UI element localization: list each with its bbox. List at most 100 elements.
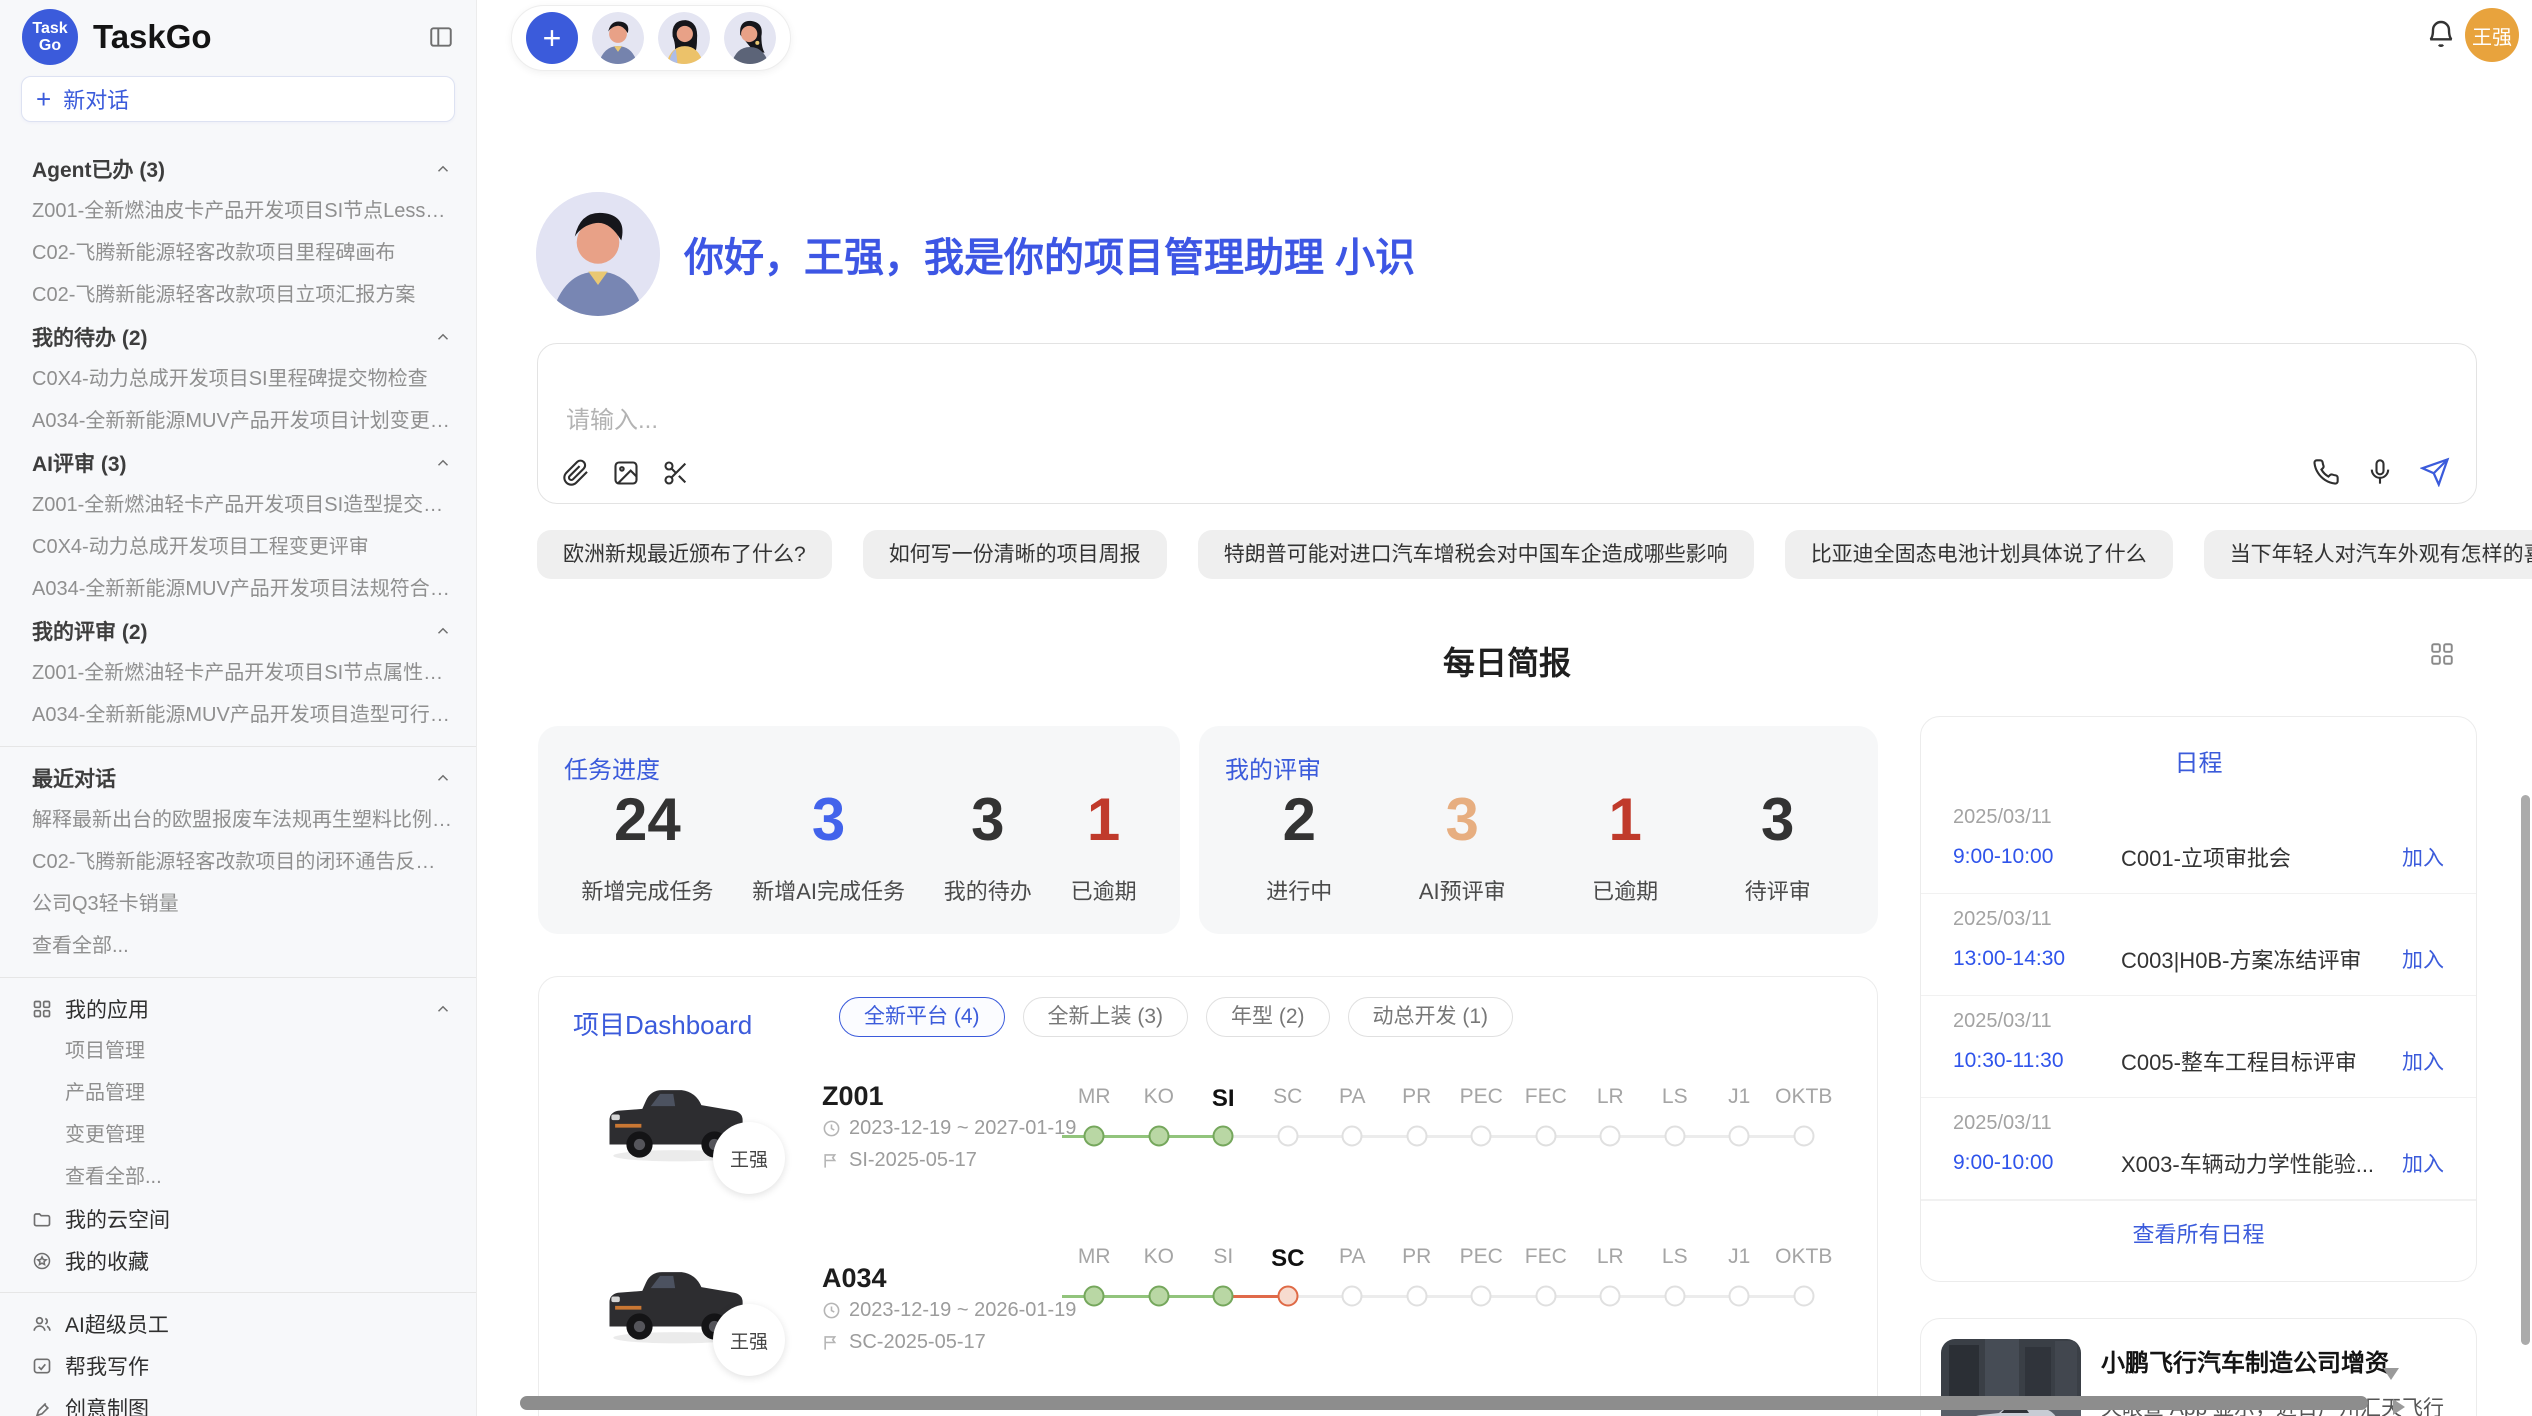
sidebar-collapse-icon[interactable]: [428, 24, 454, 50]
recent-chat-item[interactable]: 公司Q3轻卡销量: [0, 883, 476, 925]
milestone-label: KO: [1127, 1085, 1192, 1119]
project-dates: 2023-12-19 ~ 2026-01-19: [822, 1299, 1076, 1322]
project-name: A034: [822, 1263, 887, 1294]
assistant-avatar-1[interactable]: [592, 12, 644, 64]
sidebar-item[interactable]: Z001-全新燃油轻卡产品开发项目SI节点属性5D文件评审: [0, 652, 476, 694]
schedule-event-title: C003|H0B-方案冻结评审: [2121, 943, 2388, 975]
metric-new-ai-done: 3 新增AI完成任务: [752, 788, 905, 906]
filter-new-body[interactable]: 全新上装 (3): [1023, 997, 1189, 1037]
join-meeting-link[interactable]: 加入: [2402, 842, 2444, 872]
section-my-todo[interactable]: 我的待办 (2): [0, 316, 476, 358]
section-label: 我的评审 (2): [32, 616, 148, 646]
scroll-right-icon[interactable]: [2393, 1399, 2405, 1415]
metric-label: 待评审: [1745, 874, 1811, 906]
milestone-dot: [1664, 1126, 1685, 1147]
schedule-event-title: C001-立项审批会: [2121, 841, 2388, 873]
add-assistant-button[interactable]: +: [526, 12, 578, 64]
milestone-pa: PA: [1320, 1085, 1385, 1151]
milestone-label: PR: [1385, 1085, 1450, 1119]
assistant-avatar-3[interactable]: [724, 12, 776, 64]
user-avatar[interactable]: 王强: [2465, 8, 2519, 62]
sidebar-item[interactable]: C0X4-动力总成开发项目工程变更评审: [0, 526, 476, 568]
filter-new-platform[interactable]: 全新平台 (4): [839, 997, 1005, 1037]
metric-value: 2: [1266, 788, 1332, 852]
section-label: Agent已办 (3): [32, 154, 165, 184]
section-recent-chats[interactable]: 最近对话: [0, 757, 476, 799]
sidebar-item[interactable]: C02-飞腾新能源轻客改款项目立项汇报方案: [0, 274, 476, 316]
paperclip-icon[interactable]: [562, 459, 590, 487]
section-my-apps[interactable]: 我的应用: [0, 988, 476, 1030]
new-chat-button[interactable]: + 新对话: [21, 76, 455, 122]
schedule-date: 2025/03/11: [1953, 1010, 2444, 1033]
view-all-schedule-link[interactable]: 查看所有日程: [1921, 1201, 2476, 1265]
suggestion-chip[interactable]: 当下年轻人对汽车外观有怎样的喜好趋势: [2204, 530, 2532, 579]
milestone-mr: MR: [1062, 1085, 1127, 1151]
sidebar-item[interactable]: C02-飞腾新能源轻客改款项目里程碑画布: [0, 232, 476, 274]
news-title: 小鹏飞行汽车制造公司增资: [2101, 1343, 2456, 1378]
milestone-fec: FEC: [1514, 1245, 1579, 1311]
join-meeting-link[interactable]: 加入: [2402, 1148, 2444, 1178]
metric-label: 进行中: [1266, 874, 1332, 906]
plus-icon: +: [36, 88, 51, 110]
divider: [0, 1292, 476, 1293]
scissors-icon[interactable]: [662, 459, 690, 487]
vertical-scrollbar[interactable]: [2521, 795, 2530, 1345]
send-icon[interactable]: [2420, 457, 2450, 487]
sidebar-item[interactable]: C0X4-动力总成开发项目SI里程碑提交物检查: [0, 358, 476, 400]
chevron-up-icon: [434, 622, 452, 640]
phone-icon[interactable]: [2312, 458, 2340, 486]
chat-input[interactable]: [564, 406, 1768, 436]
sidebar-item-label: 我的云空间: [65, 1204, 170, 1234]
project-owner-badge: 王强: [713, 1122, 785, 1194]
suggestion-chip[interactable]: 如何写一份清晰的项目周报: [863, 530, 1167, 579]
milestone-dot: [1600, 1286, 1621, 1307]
sidebar-item-help-write[interactable]: 帮我写作: [0, 1345, 476, 1387]
sidebar-item[interactable]: Z001-全新燃油轻卡产品开发项目SI造型提交物评审: [0, 484, 476, 526]
notifications-bell-icon[interactable]: [2425, 18, 2457, 50]
sidebar-item[interactable]: A034-全新新能源MUV产品开发项目计划变更表编写: [0, 400, 476, 442]
app-item-product-mgmt[interactable]: 产品管理: [0, 1072, 476, 1114]
view-all-apps-link[interactable]: 查看全部...: [0, 1156, 476, 1198]
sidebar-item-creative-draw[interactable]: 创意制图: [0, 1387, 476, 1416]
suggestion-chip[interactable]: 欧洲新规最近颁布了什么?: [537, 530, 832, 579]
suggestion-chip[interactable]: 比亚迪全固态电池计划具体说了什么: [1785, 530, 2173, 579]
grid-layout-icon[interactable]: [2429, 641, 2455, 667]
dashboard-title: 项目Dashboard: [573, 1005, 752, 1042]
input-attachments: [562, 459, 690, 487]
section-my-review[interactable]: 我的评审 (2): [0, 610, 476, 652]
sidebar-item[interactable]: A034-全新新能源MUV产品开发项目造型可行性评审: [0, 694, 476, 736]
join-meeting-link[interactable]: 加入: [2402, 1046, 2444, 1076]
scroll-down-icon[interactable]: [2383, 1368, 2399, 1380]
sidebar-item-favorites[interactable]: 我的收藏: [0, 1240, 476, 1282]
app-item-change-mgmt[interactable]: 变更管理: [0, 1114, 476, 1156]
horizontal-scrollbar[interactable]: [520, 1396, 2368, 1410]
divider: [0, 746, 476, 747]
assistant-avatar-2[interactable]: [658, 12, 710, 64]
section-agent-done[interactable]: Agent已办 (3): [0, 148, 476, 190]
milestone-ko: KO: [1127, 1085, 1192, 1151]
mic-icon[interactable]: [2366, 458, 2394, 486]
recent-chat-item[interactable]: C02-飞腾新能源轻客改款项目的闭环通告反馈情况: [0, 841, 476, 883]
milestone-dot: [1084, 1126, 1105, 1147]
sidebar: Task Go TaskGo + 新对话 Agent已办 (3) Z001-全新…: [0, 0, 477, 1416]
view-all-chats-link[interactable]: 查看全部...: [0, 925, 476, 967]
filter-year-model[interactable]: 年型 (2): [1206, 997, 1330, 1037]
sidebar-item[interactable]: Z001-全新燃油皮卡产品开发项目SI节点Lesson Learn报告: [0, 190, 476, 232]
filter-powertrain[interactable]: 动总开发 (1): [1348, 997, 1514, 1037]
sidebar-item[interactable]: A034-全新新能源MUV产品开发项目法规符合性评审: [0, 568, 476, 610]
project-dashboard-card: 项目Dashboard 全新平台 (4) 全新上装 (3) 年型 (2) 动总开…: [538, 976, 1878, 1416]
app-item-project-mgmt[interactable]: 项目管理: [0, 1030, 476, 1072]
image-icon[interactable]: [612, 459, 640, 487]
metric-new-done: 24 新增完成任务: [581, 788, 713, 906]
flag-icon: [822, 1333, 841, 1352]
new-chat-label: 新对话: [63, 83, 129, 115]
sidebar-item-ai-super-staff[interactable]: AI超级员工: [0, 1303, 476, 1345]
recent-chat-item[interactable]: 解释最新出台的欧盟报废车法规再生塑料比例被调至15%...: [0, 799, 476, 841]
section-ai-review[interactable]: AI评审 (3): [0, 442, 476, 484]
chevron-up-icon: [434, 328, 452, 346]
sidebar-item-cloud-space[interactable]: 我的云空间: [0, 1198, 476, 1240]
sidebar-list: Agent已办 (3) Z001-全新燃油皮卡产品开发项目SI节点Lesson …: [0, 148, 476, 1416]
project-flag: SI-2025-05-17: [822, 1149, 977, 1172]
join-meeting-link[interactable]: 加入: [2402, 944, 2444, 974]
suggestion-chip[interactable]: 特朗普可能对进口汽车增税会对中国车企造成哪些影响: [1198, 530, 1754, 579]
